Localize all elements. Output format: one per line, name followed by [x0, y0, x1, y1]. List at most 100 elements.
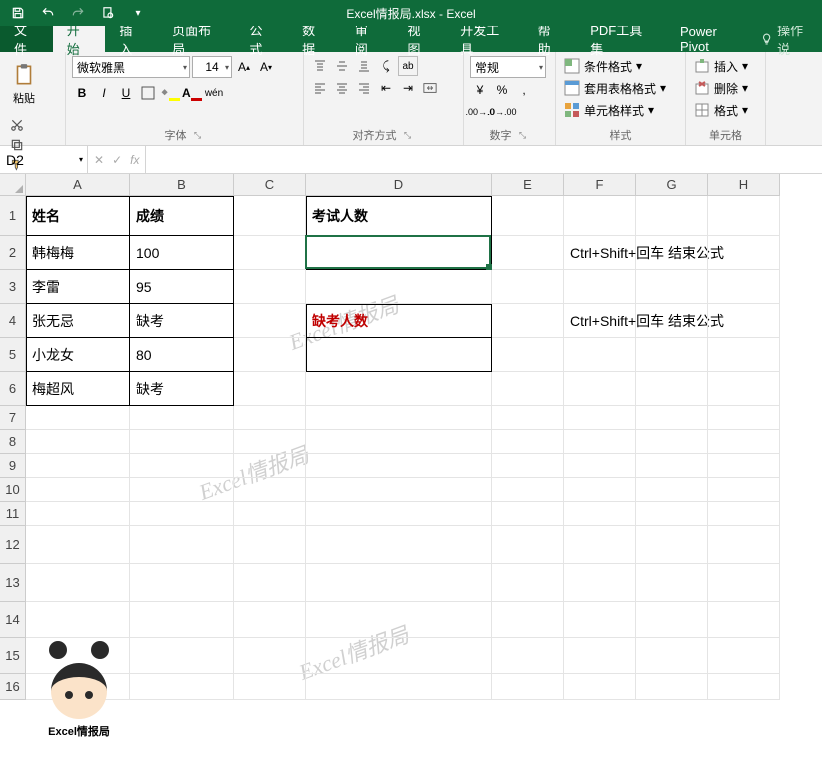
- cell-C14[interactable]: [234, 602, 306, 638]
- cell-G2[interactable]: [636, 236, 708, 270]
- cell-C13[interactable]: [234, 564, 306, 602]
- cell-F7[interactable]: [564, 406, 636, 430]
- cell-A13[interactable]: [26, 564, 130, 602]
- cell-F11[interactable]: [564, 502, 636, 526]
- row-header[interactable]: 16: [0, 674, 26, 700]
- cell-E8[interactable]: [492, 430, 564, 454]
- cell-F16[interactable]: [564, 674, 636, 700]
- cell-F13[interactable]: [564, 564, 636, 602]
- cell-B13[interactable]: [130, 564, 234, 602]
- cell-G16[interactable]: [636, 674, 708, 700]
- merge-center-button[interactable]: [420, 78, 440, 98]
- cell-A5[interactable]: 小龙女: [26, 338, 130, 372]
- cell-F6[interactable]: [564, 372, 636, 406]
- column-header[interactable]: C: [234, 174, 306, 196]
- cell-E10[interactable]: [492, 478, 564, 502]
- cell-G10[interactable]: [636, 478, 708, 502]
- cell-B15[interactable]: [130, 638, 234, 674]
- cell-C3[interactable]: [234, 270, 306, 304]
- tab-insert[interactable]: 插入: [105, 26, 158, 52]
- cell-G1[interactable]: [636, 196, 708, 236]
- decrease-indent-icon[interactable]: ⇤: [376, 78, 396, 98]
- number-format-combo[interactable]: 常规▾: [470, 56, 546, 78]
- cell-H7[interactable]: [708, 406, 780, 430]
- row-header[interactable]: 5: [0, 338, 26, 372]
- cell-E16[interactable]: [492, 674, 564, 700]
- conditional-formatting-button[interactable]: 条件格式 ▾: [562, 56, 679, 76]
- cell-F10[interactable]: [564, 478, 636, 502]
- row-header[interactable]: 1: [0, 196, 26, 236]
- cell-A2[interactable]: 韩梅梅: [26, 236, 130, 270]
- cell-H13[interactable]: [708, 564, 780, 602]
- cell-G4[interactable]: [636, 304, 708, 338]
- column-header[interactable]: E: [492, 174, 564, 196]
- cell-B9[interactable]: [130, 454, 234, 478]
- cell-A1[interactable]: 姓名: [26, 196, 130, 236]
- undo-icon[interactable]: [36, 3, 60, 23]
- cell-F8[interactable]: [564, 430, 636, 454]
- cell-D16[interactable]: [306, 674, 492, 700]
- format-cells-button[interactable]: 格式 ▾: [692, 100, 759, 120]
- tab-formula[interactable]: 公式: [235, 26, 288, 52]
- cell-D7[interactable]: [306, 406, 492, 430]
- row-header[interactable]: 14: [0, 602, 26, 638]
- row-header[interactable]: 2: [0, 236, 26, 270]
- cell-C8[interactable]: [234, 430, 306, 454]
- cell-A7[interactable]: [26, 406, 130, 430]
- cell-F5[interactable]: [564, 338, 636, 372]
- tab-view[interactable]: 视图: [394, 26, 447, 52]
- cell-C10[interactable]: [234, 478, 306, 502]
- cell-H12[interactable]: [708, 526, 780, 564]
- italic-button[interactable]: I: [94, 83, 114, 103]
- cell-H6[interactable]: [708, 372, 780, 406]
- cell-F3[interactable]: [564, 270, 636, 304]
- insert-cells-button[interactable]: 插入 ▾: [692, 56, 759, 76]
- cut-icon[interactable]: [6, 116, 28, 134]
- cell-H8[interactable]: [708, 430, 780, 454]
- cell-E9[interactable]: [492, 454, 564, 478]
- cell-G11[interactable]: [636, 502, 708, 526]
- cell-C1[interactable]: [234, 196, 306, 236]
- cell-G9[interactable]: [636, 454, 708, 478]
- cell-B11[interactable]: [130, 502, 234, 526]
- cell-B14[interactable]: [130, 602, 234, 638]
- cell-H14[interactable]: [708, 602, 780, 638]
- cell-E6[interactable]: [492, 372, 564, 406]
- cell-B1[interactable]: 成绩: [130, 196, 234, 236]
- format-table-button[interactable]: 套用表格格式 ▾: [562, 78, 679, 98]
- cell-H4[interactable]: [708, 304, 780, 338]
- row-header[interactable]: 13: [0, 564, 26, 602]
- cell-D8[interactable]: [306, 430, 492, 454]
- cell-D1[interactable]: 考试人数: [306, 196, 492, 236]
- cell-styles-button[interactable]: 单元格样式 ▾: [562, 100, 679, 120]
- cell-G8[interactable]: [636, 430, 708, 454]
- cell-C15[interactable]: [234, 638, 306, 674]
- cell-E3[interactable]: [492, 270, 564, 304]
- cell-C7[interactable]: [234, 406, 306, 430]
- paste-button[interactable]: 粘贴: [6, 56, 42, 112]
- cell-E7[interactable]: [492, 406, 564, 430]
- cell-D6[interactable]: [306, 372, 492, 406]
- row-header[interactable]: 6: [0, 372, 26, 406]
- cell-A12[interactable]: [26, 526, 130, 564]
- column-header[interactable]: D: [306, 174, 492, 196]
- tab-help[interactable]: 帮助: [524, 26, 577, 52]
- cell-E12[interactable]: [492, 526, 564, 564]
- cell-C16[interactable]: [234, 674, 306, 700]
- cell-H10[interactable]: [708, 478, 780, 502]
- cell-H9[interactable]: [708, 454, 780, 478]
- tell-me[interactable]: 操作说: [760, 26, 822, 52]
- align-middle-icon[interactable]: [332, 56, 352, 76]
- orientation-icon[interactable]: ⤹: [376, 56, 396, 76]
- cell-B3[interactable]: 95: [130, 270, 234, 304]
- row-header[interactable]: 12: [0, 526, 26, 564]
- cell-E2[interactable]: [492, 236, 564, 270]
- cell-F12[interactable]: [564, 526, 636, 564]
- font-name-combo[interactable]: 微软雅黑▾: [72, 56, 190, 78]
- cell-D15[interactable]: [306, 638, 492, 674]
- enter-formula-icon[interactable]: ✓: [112, 153, 122, 167]
- align-left-icon[interactable]: [310, 78, 330, 98]
- cell-A8[interactable]: [26, 430, 130, 454]
- cell-D4[interactable]: 缺考人数: [306, 304, 492, 338]
- row-header[interactable]: 7: [0, 406, 26, 430]
